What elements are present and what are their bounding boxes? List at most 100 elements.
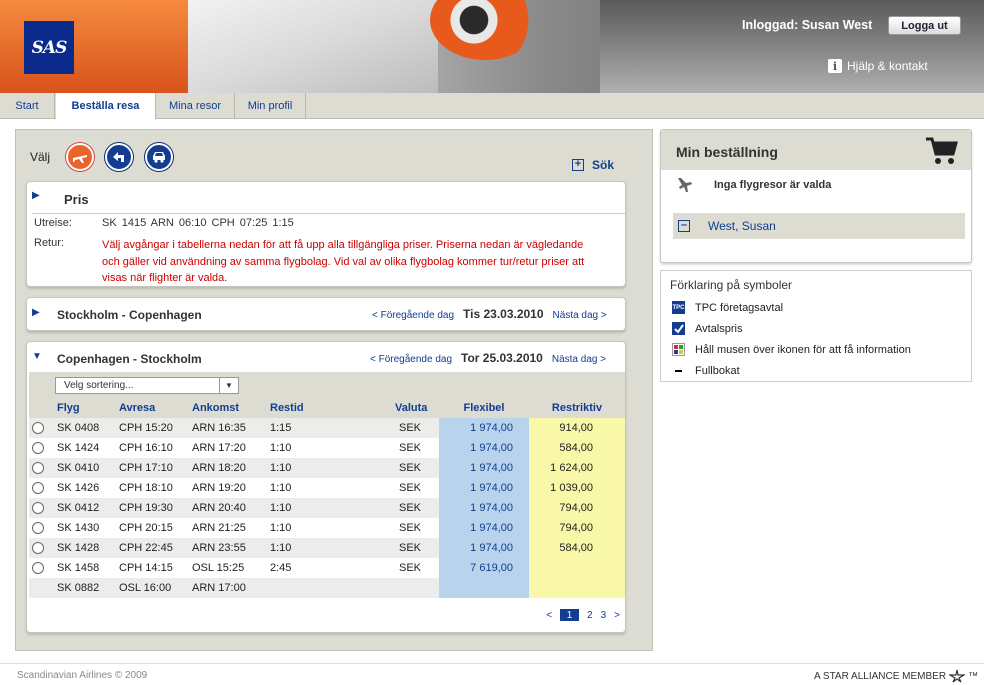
flexible-price[interactable]: 7 619,00 bbox=[439, 558, 529, 578]
column-header-flexible[interactable]: Flexibel bbox=[439, 398, 529, 418]
symbol-legend: Förklaring på symboler TPC TPC företagsa… bbox=[660, 270, 972, 382]
flexible-price[interactable]: 1 974,00 bbox=[439, 498, 529, 518]
pager-prev[interactable]: < bbox=[546, 610, 552, 621]
restrictive-price[interactable]: 914,00 bbox=[529, 418, 625, 438]
arrival: ARN 20:40 bbox=[192, 498, 270, 518]
hotel-icon[interactable] bbox=[105, 143, 133, 171]
table-row[interactable]: SK 1458 CPH 14:15 OSL 15:25 2:45 SEK 7 619,00 bbox=[29, 558, 625, 578]
leg-outbound-date: Tis 23.03.2010 bbox=[463, 307, 544, 321]
flight-radio[interactable] bbox=[32, 482, 44, 494]
pager-page-1[interactable]: 1 bbox=[560, 609, 580, 621]
duration: 1:10 bbox=[270, 518, 395, 538]
main-nav: Start Beställa resa Mina resor Min profi… bbox=[0, 93, 984, 120]
flight-radio[interactable] bbox=[32, 522, 44, 534]
flight-number: SK 1424 bbox=[57, 438, 119, 458]
restrictive-price[interactable]: 1 039,00 bbox=[529, 478, 625, 498]
legend-title: Förklaring på symboler bbox=[670, 278, 793, 292]
flight-radio[interactable] bbox=[32, 562, 44, 574]
passenger-row[interactable]: – West, Susan bbox=[673, 213, 965, 239]
restrictive-price[interactable]: 794,00 bbox=[529, 498, 625, 518]
flight-radio[interactable] bbox=[32, 442, 44, 454]
column-header-currency[interactable]: Valuta bbox=[395, 398, 439, 418]
pager-next[interactable]: > bbox=[614, 610, 620, 621]
column-header-flight[interactable]: Flyg bbox=[57, 398, 119, 418]
expand-arrow-icon[interactable]: ▶ bbox=[32, 307, 40, 318]
restrictive-price[interactable] bbox=[529, 578, 625, 598]
my-booking-header: Min beställning bbox=[661, 130, 971, 170]
shopping-cart-icon[interactable] bbox=[925, 136, 959, 166]
row-select-cell bbox=[29, 418, 57, 438]
pager-page-3[interactable]: 3 bbox=[601, 610, 607, 621]
departure: OSL 16:00 bbox=[119, 578, 192, 598]
tab-start[interactable]: Start bbox=[0, 93, 55, 119]
flight-radio[interactable] bbox=[32, 422, 44, 434]
legend-item-fully-booked: Fullbokat bbox=[672, 364, 740, 377]
table-row[interactable]: SK 0408 CPH 15:20 ARN 16:35 1:15 SEK 1 974,00… bbox=[29, 418, 625, 438]
previous-day-link[interactable]: < Föregående dag bbox=[372, 310, 454, 321]
flight-radio[interactable] bbox=[32, 502, 44, 514]
minus-icon[interactable]: – bbox=[678, 220, 690, 232]
tab-mina-resor[interactable]: Mina resor bbox=[156, 93, 235, 119]
flexible-price[interactable]: 1 974,00 bbox=[439, 478, 529, 498]
currency bbox=[395, 578, 439, 598]
pager-page-2[interactable]: 2 bbox=[587, 610, 593, 621]
star-alliance-badge[interactable]: A STAR ALLIANCE MEMBER ™ bbox=[814, 669, 978, 683]
table-row[interactable]: SK 0410 CPH 17:10 ARN 18:20 1:10 SEK 1 974,00… bbox=[29, 458, 625, 478]
restrictive-price[interactable] bbox=[529, 558, 625, 578]
leg-return-panel: ▼ Copenhagen - Stockholm < Föregående da… bbox=[26, 341, 626, 633]
duration: 2:45 bbox=[270, 558, 395, 578]
flight-radio[interactable] bbox=[32, 542, 44, 554]
departure: CPH 15:20 bbox=[119, 418, 192, 438]
sas-logo[interactable]: SAS bbox=[24, 21, 74, 74]
flexible-price[interactable]: 1 974,00 bbox=[439, 418, 529, 438]
collapse-arrow-icon[interactable]: ▼ bbox=[32, 351, 42, 362]
sidebar: Min beställning Inga flygresor är valda … bbox=[659, 129, 973, 651]
table-row[interactable]: SK 0412 CPH 19:30 ARN 20:40 1:10 SEK 1 974,00… bbox=[29, 498, 625, 518]
departure: CPH 17:10 bbox=[119, 458, 192, 478]
next-day-link[interactable]: Nästa dag > bbox=[553, 310, 607, 321]
departure: CPH 16:10 bbox=[119, 438, 192, 458]
restrictive-price[interactable]: 794,00 bbox=[529, 518, 625, 538]
table-row[interactable]: SK 1424 CPH 16:10 ARN 17:20 1:10 SEK 1 974,00… bbox=[29, 438, 625, 458]
column-header-restrictive[interactable]: Restriktiv bbox=[529, 398, 625, 418]
currency: SEK bbox=[395, 438, 439, 458]
table-row[interactable]: SK 1426 CPH 18:10 ARN 19:20 1:10 SEK 1 974,00… bbox=[29, 478, 625, 498]
banner-engine-image bbox=[430, 0, 540, 60]
flexible-price[interactable]: 1 974,00 bbox=[439, 458, 529, 478]
search-toggle[interactable]: + Sök bbox=[572, 158, 614, 172]
restrictive-price[interactable]: 584,00 bbox=[529, 438, 625, 458]
flexible-price[interactable]: 1 974,00 bbox=[439, 538, 529, 558]
column-header-select bbox=[29, 398, 57, 418]
collapse-arrow-icon[interactable]: ▶ bbox=[32, 190, 40, 201]
column-header-duration[interactable]: Restid bbox=[270, 398, 395, 418]
previous-day-link[interactable]: < Föregående dag bbox=[370, 354, 452, 365]
column-header-arrival[interactable]: Ankomst bbox=[192, 398, 270, 418]
table-row[interactable]: SK 1428 CPH 22:45 ARN 23:55 1:10 SEK 1 974,00… bbox=[29, 538, 625, 558]
logout-button[interactable]: Logga ut bbox=[888, 16, 961, 35]
day-navigator: < Föregående dag Tor 25.03.2010 Nästa da… bbox=[370, 351, 606, 365]
airplane-icon[interactable] bbox=[66, 143, 94, 171]
table-row[interactable]: SK 0882 OSL 16:00 ARN 17:00 bbox=[29, 578, 625, 598]
departure: CPH 20:15 bbox=[119, 518, 192, 538]
legend-item-agreement-price: Avtalspris bbox=[672, 322, 742, 335]
tab-min-profil[interactable]: Min profil bbox=[235, 93, 306, 119]
restrictive-price[interactable]: 1 624,00 bbox=[529, 458, 625, 478]
currency: SEK bbox=[395, 538, 439, 558]
car-icon[interactable] bbox=[145, 143, 173, 171]
flexible-price[interactable] bbox=[439, 578, 529, 598]
tab-bestalla-resa[interactable]: Beställa resa bbox=[56, 93, 156, 120]
help-contact-link[interactable]: i Hjälp & kontakt bbox=[828, 59, 928, 73]
logged-in-label: Inloggad: Susan West bbox=[742, 18, 873, 32]
column-header-departure[interactable]: Avresa bbox=[119, 398, 192, 418]
flexible-price[interactable]: 1 974,00 bbox=[439, 518, 529, 538]
sort-select[interactable]: Velg sortering... ▼ bbox=[55, 377, 239, 394]
restrictive-price[interactable]: 584,00 bbox=[529, 538, 625, 558]
next-day-link[interactable]: Nästa dag > bbox=[552, 354, 606, 365]
legend-item-tpc: TPC TPC företagsavtal bbox=[672, 301, 784, 314]
table-row[interactable]: SK 1430 CPH 20:15 ARN 21:25 1:10 SEK 1 974,00… bbox=[29, 518, 625, 538]
arrival: ARN 17:20 bbox=[192, 438, 270, 458]
currency: SEK bbox=[395, 418, 439, 438]
arrival: ARN 17:00 bbox=[192, 578, 270, 598]
flexible-price[interactable]: 1 974,00 bbox=[439, 438, 529, 458]
flight-radio[interactable] bbox=[32, 462, 44, 474]
